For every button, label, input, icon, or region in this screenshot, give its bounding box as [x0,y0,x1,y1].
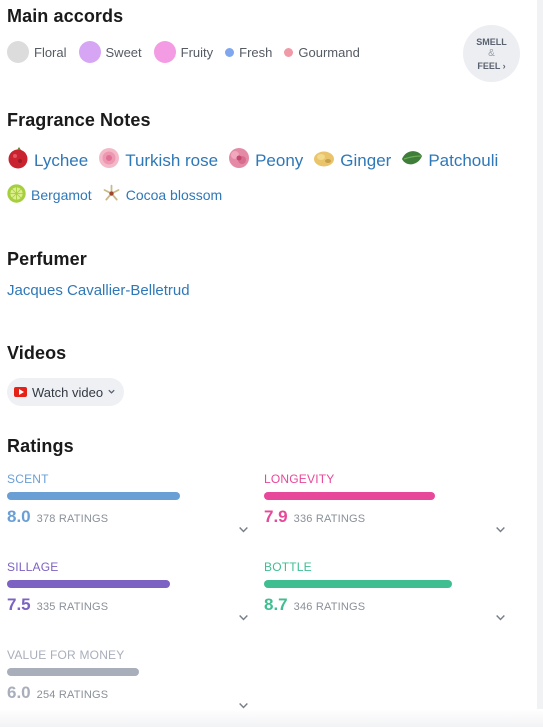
rating-bar-track [264,492,472,500]
chevron-down-icon[interactable] [495,522,505,533]
note-peony[interactable]: Peony [227,146,303,175]
rating-bottle: BOTTLE 8.7 346 RATINGS [264,560,505,621]
patchouli-icon [400,146,424,175]
rating-value: 7.9 [264,507,288,526]
accord-floral: Floral [7,41,67,63]
notes-row-small: Bergamot Cocoa blossom [6,183,231,207]
rating-bar [7,580,170,588]
accord-label: Fresh [239,44,273,60]
note-label: Lychee [34,150,89,170]
rating-count: 378 RATINGS [36,513,109,525]
ratings-title: Ratings [7,436,74,456]
accord-sweet: Sweet [78,41,142,63]
accord-fresh: Fresh [225,45,272,60]
youtube-icon [14,387,27,397]
rating-bar-track [7,668,215,676]
rating-value: VALUE FOR MONEY 6.0 254 RATINGS [7,648,248,709]
rating-value: 7.5 [7,595,31,614]
note-label: Patchouli [428,150,499,170]
fresh-dot-icon [225,47,235,57]
chevron-down-icon [107,387,116,398]
note-cocoa-blossom[interactable]: Cocoa blossom [101,183,223,207]
accord-fruity: Fruity [153,41,214,63]
rating-value-line: 8.7 346 RATINGS [264,595,504,615]
rating-value: 6.0 [7,683,31,702]
rating-label: VALUE FOR MONEY [7,648,125,662]
rating-scent: SCENT 8.0 378 RATINGS [7,472,248,533]
chevron-down-icon[interactable] [238,698,248,709]
perfumer-link[interactable]: Jacques Cavallier-Belletrud [7,282,190,299]
note-label: Turkish rose [125,150,219,170]
rating-value: 8.7 [264,595,288,614]
rating-sillage: SILLAGE 7.5 335 RATINGS [7,560,248,621]
accords-list: Floral Sweet Fruity Fresh Gourmand [7,41,372,63]
fragrance-notes-title: Fragrance Notes [7,110,151,130]
fruity-dot-icon [153,41,176,63]
rating-value-line: 7.9 336 RATINGS [264,507,504,527]
accord-gourmand: Gourmand [284,44,360,60]
note-label: Ginger [340,150,392,170]
peony-icon [227,146,251,175]
accord-label: Floral [34,44,67,60]
watch-video-label: Watch video [32,384,104,400]
chevron-down-icon[interactable] [238,522,248,533]
rating-longevity: LONGEVITY 7.9 336 RATINGS [264,472,505,533]
note-label: Cocoa blossom [125,187,223,203]
rating-bar-track [7,580,215,588]
accord-label: Fruity [180,44,214,60]
main-accords-title: Main accords [7,6,124,26]
rating-bar-track [264,580,472,588]
rating-label: LONGEVITY [264,472,335,486]
rating-value: 8.0 [7,507,31,526]
rose-icon [97,146,121,175]
rating-label: SILLAGE [7,560,59,574]
smell-and-feel-button[interactable]: SMELL & FEEL › [463,25,520,82]
smell-label: SMELL [476,36,507,47]
perfumer-title: Perfumer [7,249,87,269]
rating-bar [264,492,435,500]
floral-dot-icon [7,41,29,63]
videos-title: Videos [7,343,67,363]
rating-bar [264,580,452,588]
rating-bar [7,668,139,676]
rating-label: SCENT [7,472,49,486]
rating-value-line: 7.5 335 RATINGS [7,595,247,615]
rating-count: 346 RATINGS [293,601,366,613]
rating-count: 254 RATINGS [36,689,109,701]
ginger-icon [312,146,336,175]
rating-value-line: 8.0 378 RATINGS [7,507,247,527]
note-ginger[interactable]: Ginger [312,146,391,175]
chevron-down-icon[interactable] [238,610,248,621]
note-patchouli[interactable]: Patchouli [400,146,498,175]
note-turkish-rose[interactable]: Turkish rose [97,146,218,175]
lychee-icon [6,146,30,175]
accord-label: Gourmand [298,44,360,60]
scrollbar-track [537,0,543,727]
note-bergamot[interactable]: Bergamot [6,183,92,207]
note-label: Peony [255,150,304,170]
note-lychee[interactable]: Lychee [6,146,88,175]
accord-label: Sweet [105,44,142,60]
rating-count: 335 RATINGS [36,601,109,613]
rating-bar-track [7,492,215,500]
watch-video-button[interactable]: Watch video [7,378,125,406]
notes-row-large: Lychee Turkish rose Peony Ginger Patchou… [6,146,507,175]
bottom-fade [0,709,543,727]
gourmand-dot-icon [284,47,294,57]
rating-label: BOTTLE [264,560,312,574]
note-label: Bergamot [31,187,92,203]
sweet-dot-icon [78,41,101,63]
bergamot-icon [6,183,27,207]
chevron-down-icon[interactable] [495,610,505,621]
rating-bar [7,492,180,500]
ampersand-label: & [488,47,495,59]
rating-value-line: 6.0 254 RATINGS [7,683,247,703]
feel-label: FEEL › [477,60,506,71]
cocoa-blossom-icon [101,183,122,207]
rating-count: 336 RATINGS [293,513,366,525]
